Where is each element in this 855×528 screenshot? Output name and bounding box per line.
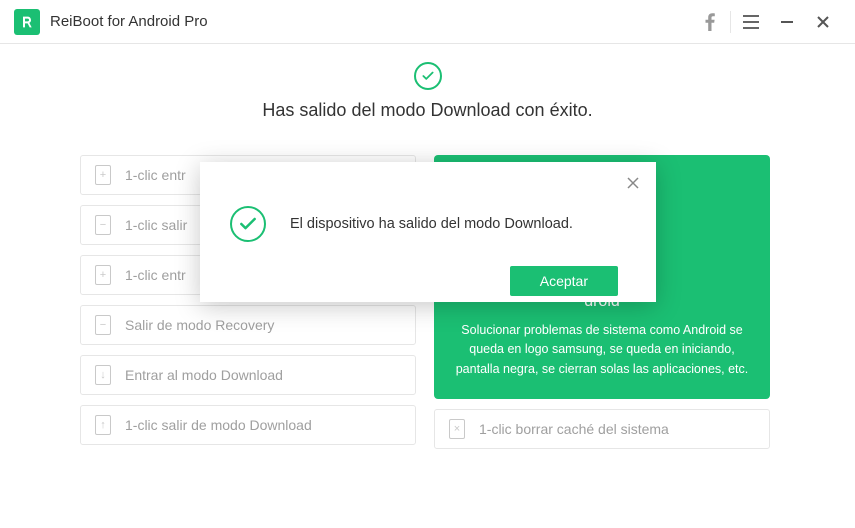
option-exit-recovery[interactable]: − Salir de modo Recovery [80,305,416,345]
page-heading: Has salido del modo Download con éxito. [80,100,775,121]
titlebar: ReiBoot for Android Pro [0,0,855,44]
confirmation-dialog: El dispositivo ha salido del modo Downlo… [200,162,656,302]
dialog-check-icon [230,206,266,242]
option-label: Salir de modo Recovery [125,317,274,333]
titlebar-controls [692,0,841,44]
option-label: 1-clic salir [125,217,187,233]
app-title: ReiBoot for Android Pro [50,13,208,30]
feature-description: Solucionar problemas de sistema como And… [454,321,750,379]
option-label: 1-clic borrar caché del sistema [479,421,669,437]
dialog-footer: Aceptar [230,266,638,296]
option-label: 1-clic entr [125,167,186,183]
dialog-body: El dispositivo ha salido del modo Downlo… [230,206,638,242]
phone-down-icon: ↓ [95,365,111,385]
dialog-close-icon[interactable] [622,172,644,194]
option-clear-cache[interactable]: × 1-clic borrar caché del sistema [434,409,770,449]
phone-up-icon: ↑ [95,415,111,435]
accept-button[interactable]: Aceptar [510,266,618,296]
option-enter-download[interactable]: ↓ Entrar al modo Download [80,355,416,395]
option-exit-download[interactable]: ↑ 1-clic salir de modo Download [80,405,416,445]
separator [730,11,731,33]
option-label: Entrar al modo Download [125,367,283,383]
phone-icon: + [95,165,111,185]
phone-icon: × [449,419,465,439]
close-icon[interactable] [805,0,841,44]
phone-icon: + [95,265,111,285]
dialog-message: El dispositivo ha salido del modo Downlo… [290,216,573,232]
success-check-icon [414,62,442,90]
option-label: 1-clic salir de modo Download [125,417,312,433]
phone-icon: − [95,215,111,235]
menu-icon[interactable] [733,0,769,44]
phone-icon: − [95,315,111,335]
app-logo [14,9,40,35]
facebook-icon[interactable] [692,0,728,44]
option-label: 1-clic entr [125,267,186,283]
minimize-icon[interactable] [769,0,805,44]
